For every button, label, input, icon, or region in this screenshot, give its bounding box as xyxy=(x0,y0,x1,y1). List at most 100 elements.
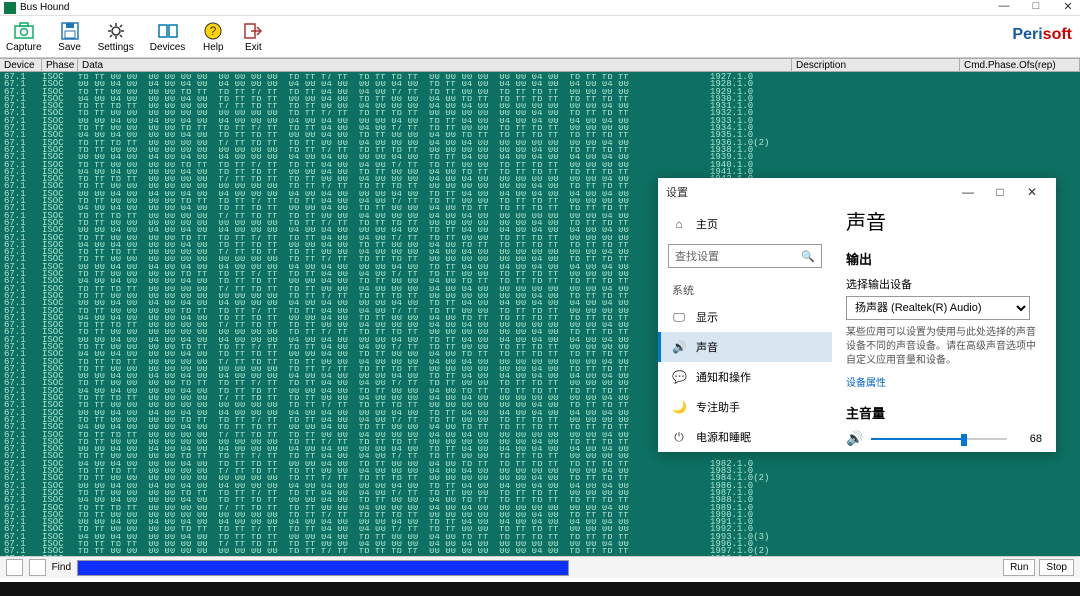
capture-button[interactable]: Capture xyxy=(6,20,42,53)
focus-icon: 🌙 xyxy=(672,400,686,414)
svg-text:?: ? xyxy=(210,24,217,38)
save-icon xyxy=(58,20,82,42)
data-row[interactable]: 67.1ISOCfb ff 00 00 00 00 fb ff fb ff f7… xyxy=(4,453,1076,460)
display-icon: 🖵 xyxy=(672,310,686,325)
output-label: 选择输出设备 xyxy=(846,276,1042,292)
sound-icon: 🔊 xyxy=(672,340,686,354)
data-row[interactable]: 67.1ISOC04 00 04 00 00 00 04 00 fb ff fb… xyxy=(4,534,1076,541)
prev-button[interactable] xyxy=(6,559,23,576)
data-row[interactable]: 67.1ISOC04 00 04 00 00 00 04 00 fb ff fb… xyxy=(4,461,1076,468)
nav-focus[interactable]: 🌙 专注助手 xyxy=(658,392,832,422)
help-button[interactable]: ? Help xyxy=(201,20,225,53)
window-controls: — □ ✕ xyxy=(994,0,1078,13)
volume-row: 🔊 68 xyxy=(846,430,1042,447)
stop-button[interactable]: Stop xyxy=(1039,559,1074,576)
volume-value: 68 xyxy=(1030,433,1042,445)
devices-button[interactable]: Devices xyxy=(150,20,186,53)
data-row[interactable]: 67.1ISOCfb ff fb ff 00 00 00 00 f7 ff fb… xyxy=(4,468,1076,475)
col-cmd[interactable]: Cmd.Phase.Ofs(rep) xyxy=(960,59,1080,71)
data-row[interactable]: 67.1ISOC04 00 04 00 00 00 04 00 fb ff fb… xyxy=(4,96,1076,103)
devices-icon xyxy=(156,20,180,42)
data-row[interactable]: 67.1ISOCfb ff 00 00 00 00 fb ff fb ff f7… xyxy=(4,89,1076,96)
col-data[interactable]: Data xyxy=(78,59,792,71)
data-row[interactable]: 67.1ISOCfb ff 00 00 00 00 fb ff fb ff f7… xyxy=(4,526,1076,533)
col-device[interactable]: Device xyxy=(0,59,42,71)
col-phase[interactable]: Phase xyxy=(42,59,78,71)
data-row[interactable]: 67.1ISOC00 00 04 00 04 00 04 00 04 00 00… xyxy=(4,118,1076,125)
settings-content: 声音 输出 选择输出设备 扬声器 (Realtek(R) Audio) 某些应用… xyxy=(832,206,1056,452)
nav-home[interactable]: ⌂ 主页 xyxy=(658,210,832,238)
run-button[interactable]: Run xyxy=(1003,559,1035,576)
home-icon: ⌂ xyxy=(672,217,686,231)
search-icon: 🔍 xyxy=(801,250,815,263)
app-titlebar: Bus Hound — □ ✕ xyxy=(0,0,1080,16)
power-icon: ⏻ xyxy=(672,430,686,445)
output-note: 某些应用可以设置为使用与此处选择的声音设备不同的声音设备。请在高级声音选项中自定… xyxy=(846,326,1042,368)
page-title: 声音 xyxy=(846,206,1042,235)
windows-taskbar[interactable] xyxy=(0,582,1080,596)
app-title: Bus Hound xyxy=(20,2,69,13)
brand-logo: Perisoft xyxy=(1012,26,1072,44)
settings-close-button[interactable]: ✕ xyxy=(1016,185,1048,199)
nav-notifications[interactable]: 💬 通知和操作 xyxy=(658,362,832,392)
column-headers: Device Phase Data Description Cmd.Phase.… xyxy=(0,58,1080,72)
data-row[interactable]: 67.1ISOCfb ff 00 00 00 00 00 00 00 00 00… xyxy=(4,548,1076,555)
data-row[interactable]: 67.1ISOC04 00 04 00 00 00 04 00 fb ff fb… xyxy=(4,132,1076,139)
output-device-select[interactable]: 扬声器 (Realtek(R) Audio) xyxy=(846,296,1030,320)
output-heading: 输出 xyxy=(846,249,1042,268)
nav-category: 系统 xyxy=(658,274,832,302)
data-row[interactable]: 67.1ISOCfb ff 00 00 00 00 fb ff fb ff f7… xyxy=(4,125,1076,132)
app-icon xyxy=(4,2,16,14)
minimize-button[interactable]: — xyxy=(994,0,1014,13)
device-properties-link[interactable]: 设备属性 xyxy=(846,374,886,389)
notifications-icon: 💬 xyxy=(672,370,686,384)
next-button[interactable] xyxy=(29,559,46,576)
settings-button[interactable]: Settings xyxy=(98,20,134,53)
data-row[interactable]: 67.1ISOCfb ff fb ff 00 00 00 00 f7 ff fb… xyxy=(4,505,1076,512)
toolbar: Capture Save Settings Devices ? Help Exi… xyxy=(0,16,1080,58)
save-button[interactable]: Save xyxy=(58,20,82,53)
data-row[interactable]: 67.1ISOC04 00 04 00 00 00 04 00 fb ff fb… xyxy=(4,497,1076,504)
exit-button[interactable]: Exit xyxy=(241,20,265,53)
settings-window: 设置 — □ ✕ ⌂ 主页 查找设置 🔍 系统 🖵 显示 🔊 声音 xyxy=(658,178,1056,452)
capture-icon xyxy=(12,20,36,42)
data-row[interactable]: 67.1ISOCfb ff fb ff 00 00 00 00 f7 ff fb… xyxy=(4,140,1076,147)
master-volume-heading: 主音量 xyxy=(846,403,1042,422)
maximize-button[interactable]: □ xyxy=(1026,0,1046,13)
data-row[interactable]: 67.1ISOCfb ff 00 00 00 00 fb ff fb ff f7… xyxy=(4,490,1076,497)
data-row[interactable]: 67.1ISOCfb ff 00 00 00 00 fb ff fb ff f7… xyxy=(4,162,1076,169)
nav-power[interactable]: ⏻ 电源和睡眠 xyxy=(658,422,832,452)
settings-icon xyxy=(104,20,128,42)
find-label: Find xyxy=(52,562,71,573)
data-row[interactable]: 67.1ISOC00 00 04 00 04 00 04 00 04 00 00… xyxy=(4,519,1076,526)
data-row[interactable]: 67.1ISOCfb ff 00 00 00 00 00 00 00 00 00… xyxy=(4,512,1076,519)
find-input[interactable] xyxy=(77,560,569,576)
bottom-bar: Find Run Stop xyxy=(0,556,1080,578)
nav-sound[interactable]: 🔊 声音 xyxy=(658,332,832,362)
close-button[interactable]: ✕ xyxy=(1058,0,1078,13)
data-row[interactable]: 67.1ISOCfb ff 00 00 00 00 00 00 00 00 00… xyxy=(4,74,1076,81)
volume-slider[interactable] xyxy=(871,438,1007,440)
settings-search-input[interactable]: 查找设置 🔍 xyxy=(668,244,822,268)
settings-nav: ⌂ 主页 查找设置 🔍 系统 🖵 显示 🔊 声音 💬 通知和操作 🌙 xyxy=(658,206,832,452)
data-row[interactable]: 67.1ISOCfb ff fb ff 00 00 00 00 f7 ff fb… xyxy=(4,103,1076,110)
data-row[interactable]: 67.1ISOC04 00 04 00 00 00 04 00 fb ff fb… xyxy=(4,169,1076,176)
data-row[interactable]: 67.1ISOCfb ff fb ff 00 00 00 00 f7 ff fb… xyxy=(4,541,1076,548)
help-icon: ? xyxy=(201,20,225,42)
settings-titlebar[interactable]: 设置 — □ ✕ xyxy=(658,178,1056,206)
speaker-icon[interactable]: 🔊 xyxy=(846,430,863,447)
search-placeholder: 查找设置 xyxy=(675,248,719,264)
data-row[interactable]: 67.1ISOC00 00 04 00 04 00 04 00 04 00 00… xyxy=(4,483,1076,490)
settings-window-controls: — □ ✕ xyxy=(952,185,1048,199)
data-row[interactable]: 67.1ISOCfb ff 00 00 00 00 00 00 00 00 00… xyxy=(4,147,1076,154)
col-description[interactable]: Description xyxy=(792,59,960,71)
data-row[interactable]: 67.1ISOCfb ff 00 00 00 00 00 00 00 00 00… xyxy=(4,110,1076,117)
settings-window-title: 设置 xyxy=(666,184,688,200)
data-row[interactable]: 67.1ISOC00 00 04 00 04 00 04 00 04 00 00… xyxy=(4,81,1076,88)
settings-minimize-button[interactable]: — xyxy=(952,185,984,199)
settings-maximize-button[interactable]: □ xyxy=(984,185,1016,199)
data-row[interactable]: 67.1ISOCfb ff 00 00 00 00 00 00 00 00 00… xyxy=(4,475,1076,482)
data-row[interactable]: 67.1ISOC00 00 04 00 04 00 04 00 04 00 00… xyxy=(4,154,1076,161)
nav-display[interactable]: 🖵 显示 xyxy=(658,302,832,332)
exit-icon xyxy=(241,20,265,42)
